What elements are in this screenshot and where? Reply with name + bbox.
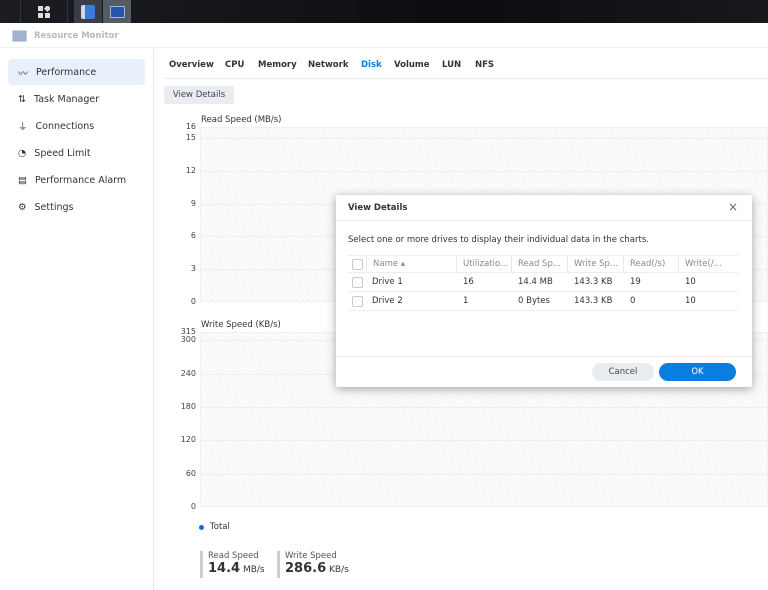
cell-read-speed: 0 Bytes — [518, 296, 550, 306]
gridline — [200, 137, 768, 139]
y-tick-label: 60 — [185, 468, 196, 478]
read-speed-stat: Read Speed 14.4 MB/s — [200, 551, 265, 578]
dialog-header-divider — [336, 220, 752, 221]
tab-memory[interactable]: Memory — [258, 60, 297, 70]
cell-read-per-sec: 19 — [630, 277, 641, 287]
sidebar-item-label: Settings — [34, 201, 74, 213]
y-tick-label: 6 — [190, 231, 196, 241]
read-speed-label: Read Speed — [208, 551, 259, 561]
plug-icon: ⏚ — [18, 122, 28, 133]
chart-legend: Total — [199, 522, 230, 532]
dialog-footer-divider — [336, 356, 752, 357]
y-tick-label: 16 — [185, 122, 196, 131]
gauge-icon: ◔ — [18, 147, 27, 159]
write-speed-stat: Write Speed 286.6 KB/s — [277, 551, 349, 578]
y-tick-label: 3 — [190, 264, 196, 274]
cell-read-speed: 14.4 MB — [518, 277, 553, 287]
column-header-read-speed[interactable]: Read Sp... — [512, 255, 568, 273]
window-title: Resource Monitor — [34, 31, 119, 41]
row-checkbox[interactable] — [352, 296, 363, 307]
taskbar — [0, 0, 768, 23]
cell-name: Drive 1 — [372, 277, 403, 287]
sidebar-item-settings[interactable]: ⚙ Settings — [8, 194, 145, 220]
read-speed-value: 14.4 — [208, 561, 241, 576]
cell-write-speed: 143.3 KB — [574, 277, 613, 287]
view-details-dialog: View Details × Select one or more drives… — [336, 195, 752, 387]
close-icon[interactable]: × — [728, 200, 738, 214]
y-tick-label: 300 — [180, 335, 196, 345]
task-manager-icon: ⇅ — [18, 93, 26, 105]
read-speed-unit: MB/s — [242, 565, 265, 575]
y-tick-label: 15 — [185, 132, 196, 142]
taskbar-app-storage[interactable] — [74, 0, 102, 23]
cell-read-per-sec: 0 — [630, 296, 636, 306]
column-header-read-per-sec[interactable]: Read(/s) — [624, 255, 679, 273]
sidebar-item-task-manager[interactable]: ⇅ Task Manager — [8, 86, 145, 112]
gridline — [200, 170, 768, 172]
tab-nfs[interactable]: NFS — [475, 60, 494, 70]
sidebar-item-speed-limit[interactable]: ◔ Speed Limit — [8, 140, 145, 166]
y-tick-label: 180 — [180, 402, 196, 411]
sidebar-item-performance-alarm[interactable]: ▤ Performance Alarm — [8, 167, 145, 193]
alarm-icon: ▤ — [18, 174, 27, 186]
gridline — [200, 473, 768, 475]
y-tick-label: 120 — [180, 435, 196, 445]
sidebar-item-connections[interactable]: ⏚ Connections — [8, 113, 145, 139]
y-tick-label: 12 — [185, 165, 196, 175]
cell-write-per-sec: 10 — [685, 296, 696, 306]
app-icon — [12, 30, 27, 42]
gear-icon: ⚙ — [18, 201, 27, 213]
y-tick-label: 240 — [180, 368, 196, 378]
gridline — [200, 440, 768, 442]
cell-utilization: 1 — [463, 296, 469, 306]
window-titlebar: Resource Monitor — [0, 23, 768, 48]
dialog-description: Select one or more drives to display the… — [348, 235, 649, 245]
sidebar-item-label: Performance — [36, 66, 97, 78]
cancel-button[interactable]: Cancel — [592, 363, 654, 381]
grid-icon — [38, 5, 50, 18]
tab-volume[interactable]: Volume — [394, 60, 430, 70]
write-speed-label: Write Speed — [285, 551, 337, 561]
column-header-write-per-sec[interactable]: Write(/... — [679, 255, 738, 273]
tab-cpu[interactable]: CPU — [225, 60, 244, 70]
tab-disk[interactable]: Disk — [361, 60, 382, 70]
cell-write-speed: 143.3 KB — [574, 296, 613, 306]
sidebar: 〰 Performance ⇅ Task Manager ⏚ Connections … — [0, 48, 154, 590]
column-header-write-speed[interactable]: Write Sp... — [568, 255, 624, 273]
y-tick-label: 9 — [190, 198, 196, 208]
view-details-button[interactable]: View Details — [164, 86, 234, 104]
sidebar-item-label: Performance Alarm — [34, 174, 127, 186]
storage-app-icon — [81, 4, 95, 19]
dialog-title: View Details — [348, 203, 408, 213]
read-chart-title: Read Speed (MB/s) — [201, 115, 282, 125]
sidebar-item-label: Task Manager — [33, 93, 100, 105]
tab-lun[interactable]: LUN — [442, 60, 461, 70]
write-speed-unit: KB/s — [329, 565, 349, 575]
performance-icon: 〰 — [18, 68, 28, 80]
write-speed-value: 286.6 — [285, 561, 327, 576]
cell-name: Drive 2 — [372, 296, 403, 306]
tab-network[interactable]: Network — [308, 60, 348, 70]
sidebar-item-performance[interactable]: 〰 Performance — [8, 59, 145, 85]
y-tick-label: 0 — [190, 297, 196, 306]
sidebar-item-label: Connections — [35, 120, 95, 132]
y-tick-label: 0 — [190, 502, 196, 511]
row-checkbox[interactable] — [352, 277, 363, 288]
legend-label: Total — [210, 522, 230, 532]
cell-utilization: 16 — [463, 277, 474, 287]
tab-overview[interactable]: Overview — [169, 60, 214, 70]
select-all-checkbox[interactable] — [352, 259, 363, 270]
write-chart-title: Write Speed (KB/s) — [201, 320, 281, 330]
legend-dot — [199, 524, 204, 530]
cell-write-per-sec: 10 — [685, 277, 696, 287]
taskbar-app-resource-monitor[interactable] — [103, 0, 131, 23]
ok-button[interactable]: OK — [659, 363, 736, 381]
sidebar-item-label: Speed Limit — [34, 147, 91, 159]
gridline — [200, 407, 768, 408]
main-menu-button[interactable] — [20, 0, 68, 23]
monitor-app-icon — [109, 5, 125, 18]
tab-divider — [164, 78, 768, 79]
column-header-utilization[interactable]: Utilizatio... — [457, 255, 512, 273]
column-header-name[interactable]: Name ▴ — [366, 255, 457, 273]
